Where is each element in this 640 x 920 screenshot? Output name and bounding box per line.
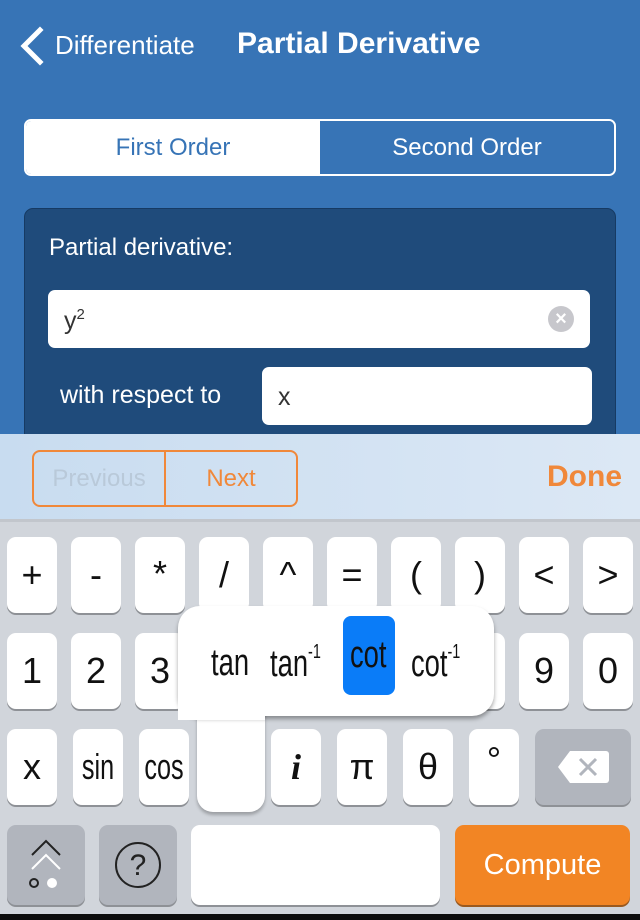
key-close-paren[interactable]: ) [455, 537, 505, 613]
page-title: Partial Derivative [237, 27, 481, 60]
backspace-icon [558, 751, 609, 783]
navigation-bar: Differentiate Partial Derivative [0, 0, 640, 90]
help-button[interactable]: ? [99, 825, 177, 905]
variable-value: x [278, 383, 291, 411]
key-multiply[interactable]: * [135, 537, 185, 613]
previous-button[interactable]: Previous [34, 452, 166, 505]
svg-text:?: ? [130, 849, 147, 882]
key-divide[interactable]: / [199, 537, 249, 613]
key-2[interactable]: 2 [71, 633, 121, 709]
expression-value: y2 [64, 306, 85, 335]
keyboard-switch-button[interactable] [7, 825, 85, 905]
key-minus[interactable]: - [71, 537, 121, 613]
tab-second-order[interactable]: Second Order [320, 121, 614, 174]
keyboard-page-icon [29, 839, 61, 888]
bottom-edge [0, 914, 640, 920]
key-x[interactable]: x [7, 729, 57, 805]
keyboard-toolbar: Previous Next Done [0, 434, 640, 522]
key-0[interactable]: 0 [583, 633, 633, 709]
next-button[interactable]: Next [166, 452, 296, 505]
key-1[interactable]: 1 [7, 633, 57, 709]
key-plus[interactable]: + [7, 537, 57, 613]
backspace-button[interactable] [535, 729, 631, 805]
clear-icon[interactable]: × [548, 306, 574, 332]
popup-option-arccot[interactable]: cot-1 [411, 633, 471, 693]
tab-first-order[interactable]: First Order [26, 121, 320, 174]
popup-option-arctan[interactable]: tan-1 [270, 633, 330, 693]
key-greater-than[interactable]: > [583, 537, 633, 613]
compute-button[interactable]: Compute [455, 825, 630, 905]
key-equals[interactable]: = [327, 537, 377, 613]
order-segmented-control: First Order Second Order [24, 119, 616, 176]
key-cos[interactable]: cos [139, 729, 189, 805]
previous-next-control: Previous Next [32, 450, 298, 507]
variable-input[interactable]: x [262, 367, 592, 425]
space-key[interactable] [191, 825, 440, 905]
partial-derivative-label: Partial derivative: [49, 234, 234, 261]
key-9[interactable]: 9 [519, 633, 569, 709]
key-power[interactable]: ^ [263, 537, 313, 613]
popup-option-tan[interactable]: tan [211, 633, 251, 693]
key-open-paren[interactable]: ( [391, 537, 441, 613]
popup-option-cot[interactable]: cot [343, 616, 395, 695]
help-icon: ? [115, 842, 161, 888]
input-panel: Partial derivative: y2 × with respect to… [24, 208, 616, 468]
expression-input[interactable]: y2 × [48, 290, 590, 348]
key-pi[interactable]: π [337, 729, 387, 805]
chevron-left-icon[interactable] [16, 26, 46, 66]
key-degree[interactable]: ° [469, 729, 519, 805]
popup-join [178, 690, 265, 720]
done-button[interactable]: Done [547, 460, 622, 494]
key-sin[interactable]: sin [73, 729, 123, 805]
key-theta[interactable]: θ [403, 729, 453, 805]
back-button[interactable]: Differentiate [55, 30, 195, 61]
key-imaginary[interactable]: i [271, 729, 321, 805]
with-respect-to-label: with respect to [60, 381, 222, 409]
key-less-than[interactable]: < [519, 537, 569, 613]
